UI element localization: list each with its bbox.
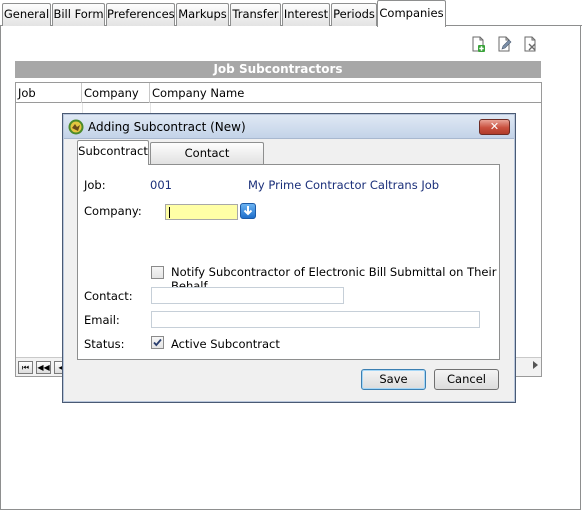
- job-number: 001: [150, 178, 172, 192]
- section-title-bar: Job Subcontractors: [15, 61, 541, 78]
- edit-record-icon[interactable]: [496, 36, 512, 52]
- contact-label: Contact:: [84, 289, 133, 303]
- tab-bill-form[interactable]: Bill Form: [52, 3, 105, 26]
- add-record-icon[interactable]: [470, 36, 486, 52]
- close-button[interactable]: ✕: [479, 119, 510, 135]
- save-button[interactable]: Save: [361, 369, 426, 390]
- email-field[interactable]: [151, 311, 480, 328]
- email-label: Email:: [84, 313, 120, 327]
- grid-header: Job Company Company Name: [16, 83, 541, 103]
- tab-interest[interactable]: Interest: [282, 3, 330, 26]
- app-logo-icon: [68, 119, 84, 135]
- dialog-tab-contact-information[interactable]: Contact Information: [150, 142, 264, 180]
- job-name: My Prime Contractor Caltrans Job: [248, 178, 440, 192]
- tab-periods[interactable]: Periods: [331, 3, 377, 26]
- cancel-button[interactable]: Cancel: [434, 369, 499, 390]
- company-input[interactable]: [165, 204, 238, 220]
- active-subcontract-checkbox[interactable]: [151, 336, 164, 349]
- company-lookup-dropdown-icon[interactable]: [240, 203, 256, 219]
- status-label: Status:: [84, 337, 125, 351]
- tab-general[interactable]: General: [2, 3, 51, 26]
- contact-field[interactable]: [151, 287, 344, 304]
- tab-preferences[interactable]: Preferences: [106, 3, 175, 26]
- dialog-title-bar[interactable]: Adding Subcontract (New) ✕: [64, 115, 514, 139]
- scroll-right-arrow-icon[interactable]: [533, 361, 538, 369]
- first-record-button[interactable]: ⏮: [18, 361, 33, 374]
- tab-markups[interactable]: Markups: [176, 3, 229, 26]
- text-caret: [169, 207, 170, 218]
- delete-record-icon[interactable]: [522, 36, 538, 52]
- company-label: Company:: [84, 204, 142, 218]
- tab-transfer[interactable]: Transfer: [230, 3, 281, 26]
- dialog-tab-subcontract[interactable]: Subcontract: [77, 140, 149, 165]
- subcontract-form: Job: 001 My Prime Contractor Caltrans Jo…: [77, 164, 500, 360]
- dialog-title: Adding Subcontract (New): [88, 120, 246, 134]
- column-header-job[interactable]: Job: [16, 83, 82, 103]
- check-mark-icon: [153, 338, 162, 347]
- prev-page-button[interactable]: ◀◀: [36, 361, 51, 374]
- tab-companies[interactable]: Companies: [377, 0, 446, 27]
- column-header-company-name[interactable]: Company Name: [150, 83, 541, 103]
- notify-checkbox[interactable]: [151, 266, 164, 279]
- main-tab-strip: General Bill Form Preferences Markups Tr…: [0, 0, 582, 27]
- active-subcontract-label: Active Subcontract: [171, 337, 280, 351]
- column-header-company[interactable]: Company: [82, 83, 150, 103]
- job-label: Job:: [84, 178, 106, 192]
- adding-subcontract-dialog: Adding Subcontract (New) ✕ Subcontract C…: [62, 113, 516, 403]
